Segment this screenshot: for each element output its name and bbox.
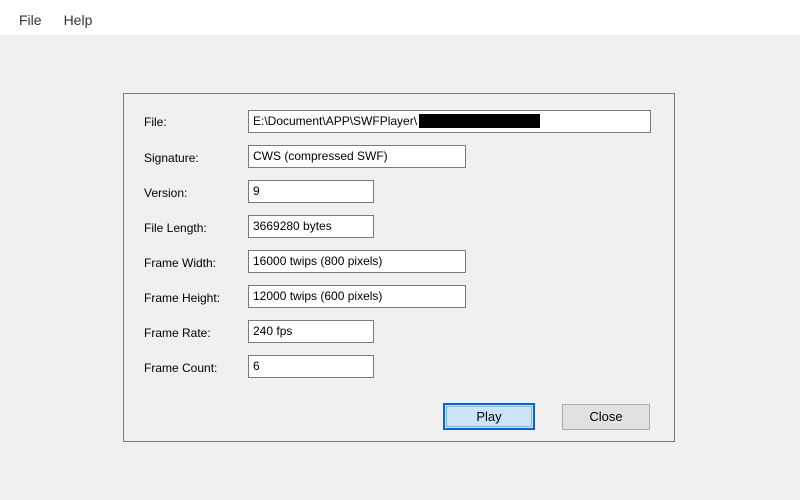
frame-count-label: Frame Count: xyxy=(144,361,218,375)
redacted-block xyxy=(419,113,541,128)
file-length-field[interactable]: 3669280 bytes xyxy=(248,215,374,238)
swf-info-panel: File: E:\Document\APP\SWFPlayer\ Signatu… xyxy=(123,93,675,442)
file-path-field[interactable]: E:\Document\APP\SWFPlayer\ xyxy=(248,110,651,133)
frame-height-field[interactable]: 12000 twips (600 pixels) xyxy=(248,285,466,308)
version-field[interactable]: 9 xyxy=(248,180,374,203)
app-window: File Help File: E:\Document\APP\SWFPlaye… xyxy=(0,0,800,500)
close-button[interactable]: Close xyxy=(562,404,650,430)
menu-help[interactable]: Help xyxy=(54,5,103,35)
version-label: Version: xyxy=(144,186,188,200)
frame-width-label: Frame Width: xyxy=(144,256,217,270)
frame-width-field[interactable]: 16000 twips (800 pixels) xyxy=(248,250,466,273)
frame-height-label: Frame Height: xyxy=(144,291,221,305)
frame-count-field[interactable]: 6 xyxy=(248,355,374,378)
file-length-label: File Length: xyxy=(144,221,207,235)
frame-rate-field[interactable]: 240 fps xyxy=(248,320,374,343)
signature-field[interactable]: CWS (compressed SWF) xyxy=(248,145,466,168)
menu-bar: File Help xyxy=(0,5,800,35)
menu-file[interactable]: File xyxy=(9,5,54,35)
play-button[interactable]: Play xyxy=(443,403,535,430)
signature-label: Signature: xyxy=(144,151,199,165)
file-path-text: E:\Document\APP\SWFPlayer\ xyxy=(253,114,418,128)
file-label: File: xyxy=(144,115,167,129)
frame-rate-label: Frame Rate: xyxy=(144,326,211,340)
